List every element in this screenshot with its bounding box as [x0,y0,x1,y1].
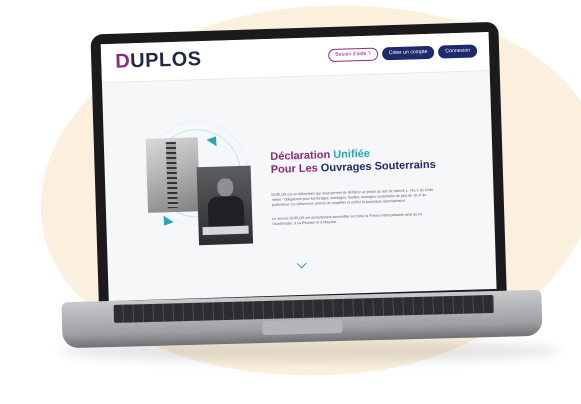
worker-at-laptop-photo [196,165,254,246]
website-screen: DUPLOS Besoin d'aide ? Créer un compte C… [100,32,497,302]
laptop-keyboard [113,294,494,323]
hero-title: Déclaration Unifiée Pour Les Ouvrages So… [270,146,436,177]
header-nav: Besoin d'aide ? Créer un compte Connexio… [328,44,478,63]
worker-laptop-shape [202,225,249,236]
create-account-button[interactable]: Créer un compte [381,45,435,61]
hero-paragraph-2: Le service DUPLOS est actuellement acces… [272,212,422,226]
drilling-mast-shape [165,141,178,209]
title-word-unifiee: Unifiée [333,147,371,161]
hero-paragraph-1: DUPLOS est un téléservice qui vous perme… [271,187,434,207]
login-button[interactable]: Connexion [438,44,478,59]
help-button[interactable]: Besoin d'aide ? [328,47,378,63]
worker-body-shape [207,195,245,227]
logo-letter-d: D [114,50,131,73]
duplos-logo[interactable]: DUPLOS [115,48,202,74]
laptop-screen-bezel: DUPLOS Besoin d'aide ? Créer un compte C… [90,21,507,312]
chevron-down-icon[interactable] [296,258,307,269]
site-header: DUPLOS Besoin d'aide ? Créer un compte C… [100,32,490,84]
drilling-rig-photo [145,137,201,213]
logo-text: UPLOS [129,48,202,73]
title-word-declaration: Déclaration [270,148,334,163]
title-word-souterrains: Souterrains [374,158,436,173]
laptop-trackpad [262,318,343,336]
title-word-ouvrages: Ouvrages [320,160,375,175]
title-word-pour-les: Pour Les [270,162,322,176]
worker-head-shape [216,178,234,197]
